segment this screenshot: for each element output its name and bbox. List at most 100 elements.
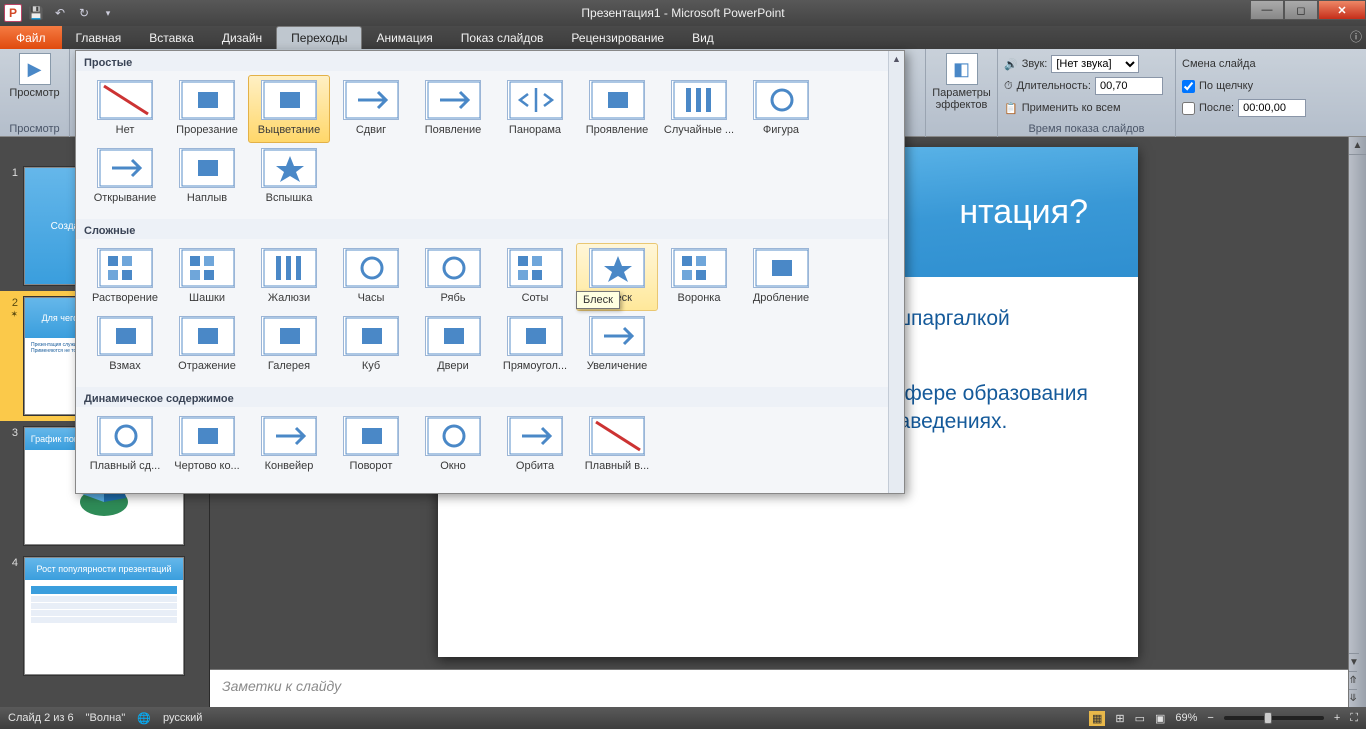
tab-animation[interactable]: Анимация	[362, 26, 446, 49]
gallery-item[interactable]: Соты	[494, 243, 576, 311]
transition-icon	[425, 316, 481, 356]
gallery-item[interactable]: Выцветание	[248, 75, 330, 143]
gallery-item[interactable]: Дробление	[740, 243, 822, 311]
ribbon-group-advance: Смена слайда По щелчку После:	[1176, 49, 1366, 137]
qat-more-icon[interactable]: ▾	[98, 3, 118, 23]
gallery-item-label: Прорезание	[176, 124, 238, 136]
duration-input[interactable]	[1095, 77, 1163, 95]
gallery-item[interactable]: Проявление	[576, 75, 658, 143]
tab-design[interactable]: Дизайн	[208, 26, 276, 49]
view-reading-icon[interactable]: ▭	[1135, 712, 1145, 725]
gallery-item[interactable]: Конвейер	[248, 411, 330, 479]
gallery-item[interactable]: Часы	[330, 243, 412, 311]
tab-file[interactable]: Файл	[0, 26, 62, 49]
advance-title: Смена слайда	[1182, 54, 1360, 74]
after-checkbox[interactable]	[1182, 102, 1195, 115]
vertical-scrollbar[interactable]: ▲ ▼ ⤊ ⤋	[1348, 137, 1366, 707]
tab-transitions[interactable]: Переходы	[276, 26, 362, 49]
after-row[interactable]: После:	[1182, 98, 1360, 118]
next-slide-icon[interactable]: ⤋	[1349, 689, 1357, 707]
view-slideshow-icon[interactable]: ▣	[1155, 712, 1165, 725]
ribbon-collapse-icon[interactable]: ⓘ	[1346, 26, 1366, 46]
gallery-item[interactable]: Вспышка	[248, 143, 330, 211]
gallery-item[interactable]: Случайные ...	[658, 75, 740, 143]
gallery-item[interactable]: Орбита	[494, 411, 576, 479]
gallery-item[interactable]: Отражение	[166, 311, 248, 379]
gallery-item[interactable]: Наплыв	[166, 143, 248, 211]
gallery-item[interactable]: Плавный в...	[576, 411, 658, 479]
gallery-scroll-up-icon[interactable]: ▲	[889, 51, 904, 67]
gallery-item[interactable]: Прямоугол...	[494, 311, 576, 379]
gallery-item[interactable]: Прорезание	[166, 75, 248, 143]
effect-options-button[interactable]: ◧ Параметры эффектов	[932, 51, 991, 113]
tab-insert[interactable]: Вставка	[135, 26, 208, 49]
gallery-item[interactable]: Растворение	[84, 243, 166, 311]
prev-slide-icon[interactable]: ⤊	[1349, 671, 1357, 689]
view-normal-icon[interactable]: ▦	[1089, 711, 1105, 726]
zoom-slider-knob[interactable]	[1264, 712, 1272, 724]
gallery-item[interactable]: Появление	[412, 75, 494, 143]
status-slide-pos: Слайд 2 из 6	[8, 712, 74, 724]
gallery-item[interactable]: Взмах	[84, 311, 166, 379]
transition-icon	[97, 248, 153, 288]
zoom-slider[interactable]	[1224, 716, 1324, 720]
transition-icon	[507, 416, 563, 456]
thumbnail-4[interactable]: 4 Рост популярности презентаций	[0, 551, 209, 681]
redo-icon[interactable]: ↻	[74, 3, 94, 23]
scroll-down-icon[interactable]: ▼	[1349, 653, 1359, 671]
transition-icon	[179, 80, 235, 120]
tab-view[interactable]: Вид	[678, 26, 728, 49]
duration-label: Длительность:	[1017, 80, 1091, 92]
sound-select[interactable]: [Нет звука]	[1051, 55, 1139, 73]
gallery-item[interactable]: Сдвиг	[330, 75, 412, 143]
tab-slideshow[interactable]: Показ слайдов	[447, 26, 558, 49]
preview-button[interactable]: ▶ Просмотр	[6, 51, 63, 101]
gallery-item[interactable]: Окно	[412, 411, 494, 479]
app-icon[interactable]: P	[4, 4, 22, 22]
gallery-item[interactable]: Фигура	[740, 75, 822, 143]
undo-icon[interactable]: ↶	[50, 3, 70, 23]
preview-group-label: Просмотр	[6, 123, 63, 137]
gallery-item[interactable]: Воронка	[658, 243, 740, 311]
status-language[interactable]: русский	[163, 712, 202, 724]
zoom-in-icon[interactable]: +	[1334, 712, 1340, 724]
fit-window-icon[interactable]: ⛶	[1350, 712, 1358, 725]
minimize-button[interactable]: —	[1250, 0, 1284, 20]
gallery-item[interactable]: Двери	[412, 311, 494, 379]
duration-row: ⏱ Длительность:	[1004, 76, 1169, 96]
scroll-up-icon[interactable]: ▲	[1349, 137, 1366, 155]
gallery-item[interactable]: Увеличение	[576, 311, 658, 379]
gallery-item[interactable]: Открывание	[84, 143, 166, 211]
maximize-button[interactable]: ◻	[1284, 0, 1318, 20]
apply-all-row[interactable]: 📋 Применить ко всем	[1004, 98, 1169, 118]
on-click-checkbox[interactable]	[1182, 80, 1195, 93]
titlebar: P 💾 ↶ ↻ ▾ Презентация1 - Microsoft Power…	[0, 0, 1366, 26]
gallery-item[interactable]: Рябь	[412, 243, 494, 311]
after-input[interactable]	[1238, 99, 1306, 117]
gallery-item[interactable]: Поворот	[330, 411, 412, 479]
view-sorter-icon[interactable]: ⊞	[1115, 712, 1124, 725]
save-icon[interactable]: 💾	[26, 3, 46, 23]
transition-icon	[671, 80, 727, 120]
gallery-item[interactable]: Жалюзи	[248, 243, 330, 311]
notes-pane[interactable]: Заметки к слайду	[210, 669, 1366, 707]
gallery-item[interactable]: Шашки	[166, 243, 248, 311]
window-title: Презентация1 - Microsoft PowerPoint	[581, 6, 784, 20]
tab-review[interactable]: Рецензирование	[557, 26, 678, 49]
transition-icon	[261, 316, 317, 356]
tab-home[interactable]: Главная	[62, 26, 136, 49]
gallery-item[interactable]: Нет	[84, 75, 166, 143]
gallery-item[interactable]: Чертово ко...	[166, 411, 248, 479]
gallery-item[interactable]: Куб	[330, 311, 412, 379]
gallery-item[interactable]: Галерея	[248, 311, 330, 379]
transition-icon	[179, 416, 235, 456]
gallery-item-label: Часы	[358, 292, 385, 304]
zoom-level[interactable]: 69%	[1175, 712, 1197, 724]
transition-icon	[97, 148, 153, 188]
gallery-item[interactable]: Плавный сд...	[84, 411, 166, 479]
on-click-row[interactable]: По щелчку	[1182, 76, 1360, 96]
zoom-out-icon[interactable]: −	[1207, 712, 1213, 724]
close-button[interactable]: ✕	[1318, 0, 1366, 20]
gallery-item-label: Галерея	[268, 360, 310, 372]
gallery-item[interactable]: Панорама	[494, 75, 576, 143]
